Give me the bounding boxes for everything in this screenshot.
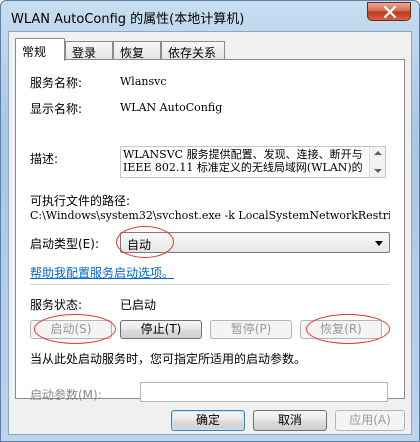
ok-button[interactable]: 确定 xyxy=(171,410,245,431)
tab-label: 登录 xyxy=(72,46,97,60)
general-tab-panel: 服务名称: Wlansvc 显示名称: WLAN AutoConfig 描述: … xyxy=(15,59,405,402)
exe-path-label: 可执行文件的路径: xyxy=(30,194,131,208)
apply-button[interactable]: 应用(A) xyxy=(335,410,405,431)
tab-label: 恢复 xyxy=(120,46,145,60)
help-link[interactable]: 帮助我配置服务启动选项。 xyxy=(30,264,174,281)
close-icon xyxy=(383,6,397,18)
tab-dependencies[interactable]: 依存关系 xyxy=(161,41,225,60)
scroll-up-icon[interactable] xyxy=(374,151,382,155)
description-scrollbar[interactable] xyxy=(369,147,385,177)
display-name-label: 显示名称: xyxy=(30,102,83,116)
start-params-hint: 当从此处启动服务时，您可指定所适用的启动参数。 xyxy=(30,352,307,366)
dialog-client-area: 常规 登录 恢复 依存关系 服务名称: Wlansvc 显示名称: WLAN A… xyxy=(8,31,412,435)
scroll-down-icon[interactable] xyxy=(374,169,382,173)
description-label: 描述: xyxy=(30,152,59,166)
service-status-label: 服务状态: xyxy=(30,298,83,312)
display-name-value: WLAN AutoConfig xyxy=(120,101,223,114)
close-button[interactable] xyxy=(367,2,411,21)
startup-type-label: 启动类型(E): xyxy=(30,237,99,251)
startup-type-select[interactable]: 自动 xyxy=(120,232,390,253)
cancel-button[interactable]: 取消 xyxy=(253,410,327,431)
service-name-value: Wlansvc xyxy=(120,75,167,88)
stop-button[interactable]: 停止(T) xyxy=(120,320,202,339)
resume-button[interactable]: 恢复(R) xyxy=(300,320,382,339)
description-box[interactable]: WLANSVC 服务提供配置、发现、连接、断开与 IEEE 802.11 标准定… xyxy=(120,146,386,178)
title-bar[interactable]: WLAN AutoConfig 的属性(本地计算机) xyxy=(1,1,419,31)
tab-logon[interactable]: 登录 xyxy=(65,41,113,60)
properties-dialog: WLAN AutoConfig 的属性(本地计算机) 常规 登录 恢复 依存关系… xyxy=(0,0,420,442)
tab-general[interactable]: 常规 xyxy=(15,38,65,61)
tab-label: 依存关系 xyxy=(168,46,217,60)
tab-label: 常规 xyxy=(22,45,47,59)
window-title: WLAN AutoConfig 的属性(本地计算机) xyxy=(11,12,245,27)
divider xyxy=(30,284,390,285)
exe-path-value: C:\Windows\system32\svchost.exe -k Local… xyxy=(30,209,390,222)
start-button[interactable]: 启动(S) xyxy=(30,320,112,339)
start-params-input[interactable] xyxy=(140,382,388,402)
start-params-label: 启动参数(M): xyxy=(30,388,102,402)
service-name-label: 服务名称: xyxy=(30,76,83,90)
startup-type-value: 自动 xyxy=(127,238,152,252)
dropdown-arrow-icon xyxy=(375,241,383,246)
service-status-value: 已启动 xyxy=(120,298,157,312)
tab-recovery[interactable]: 恢复 xyxy=(113,41,161,60)
description-text: WLANSVC 服务提供配置、发现、连接、断开与 IEEE 802.11 标准定… xyxy=(123,148,363,174)
pause-button[interactable]: 暂停(P) xyxy=(210,320,292,339)
